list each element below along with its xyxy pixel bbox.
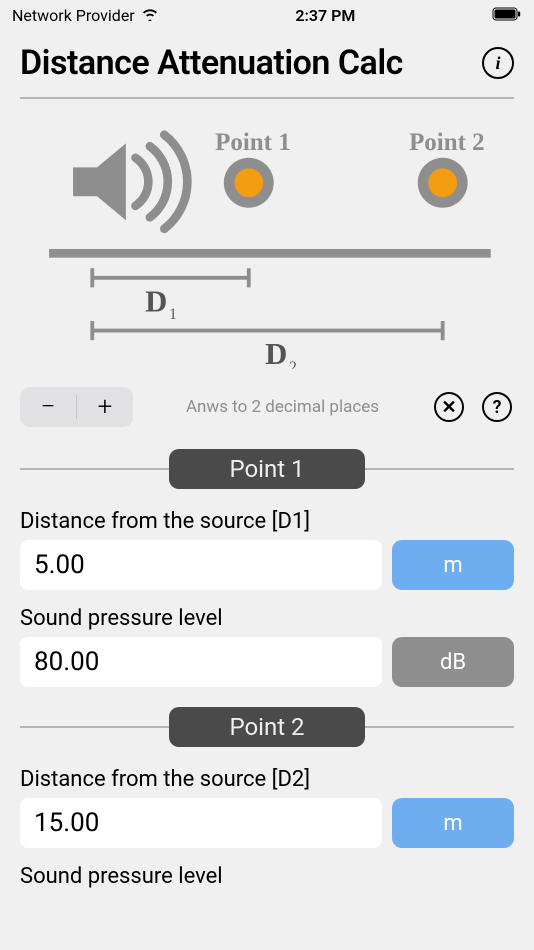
point1-marker-inner [234, 168, 263, 197]
status-left: Network Provider [12, 6, 159, 25]
section-title-point1: Point 1 [169, 449, 365, 489]
spl2-field-label: Sound pressure level [0, 858, 534, 895]
d2-unit-button[interactable]: m [392, 798, 514, 848]
d1-input[interactable] [20, 540, 382, 590]
battery-icon [492, 6, 522, 25]
d1-label: D [145, 284, 167, 318]
d1-field-label: Distance from the source [D1] [0, 503, 534, 540]
controls-row: − + Anws to 2 decimal places ✕ ? [0, 379, 534, 439]
status-bar: Network Provider 2:37 PM [0, 0, 534, 29]
wifi-icon [141, 6, 159, 25]
decimal-hint: Anws to 2 decimal places [147, 397, 418, 417]
status-right [492, 6, 522, 25]
d2-label: D [265, 337, 287, 369]
status-time: 2:37 PM [295, 6, 355, 25]
diagram-svg: Point 1 Point 2 D 1 D 2 [20, 129, 514, 369]
diagram: Point 1 Point 2 D 1 D 2 [0, 99, 534, 379]
d1-field-row: m [0, 540, 534, 600]
decimal-stepper: − + [20, 387, 133, 427]
d1-unit-button[interactable]: m [392, 540, 514, 590]
spl1-field-label: Sound pressure level [0, 600, 534, 637]
info-button[interactable]: i [482, 47, 514, 79]
point1-label: Point 1 [215, 129, 291, 156]
spl1-field-row: dB [0, 637, 534, 697]
speaker-icon [73, 135, 187, 229]
help-button[interactable]: ? [480, 390, 514, 424]
help-icon: ? [482, 392, 512, 422]
section-header-point1: Point 1 [0, 449, 534, 489]
section-header-point2: Point 2 [0, 707, 534, 747]
d2-input[interactable] [20, 798, 382, 848]
spl1-input[interactable] [20, 637, 382, 687]
plus-icon: + [98, 392, 113, 422]
d2-field-label: Distance from the source [D2] [0, 761, 534, 798]
page-title: Distance Attenuation Calc [20, 43, 403, 83]
spl1-unit-label: dB [440, 650, 466, 675]
ground-line [49, 249, 491, 258]
clear-button[interactable]: ✕ [432, 390, 466, 424]
section-title-point2: Point 2 [169, 707, 365, 747]
carrier-label: Network Provider [12, 6, 135, 25]
point2-marker-inner [428, 168, 457, 197]
d1-sub: 1 [169, 306, 177, 323]
stepper-minus-button[interactable]: − [20, 387, 76, 427]
header: Distance Attenuation Calc i [0, 29, 534, 97]
d2-sub: 2 [289, 359, 297, 369]
close-icon: ✕ [434, 392, 464, 422]
point2-label: Point 2 [409, 129, 485, 156]
stepper-plus-button[interactable]: + [77, 387, 133, 427]
minus-icon: − [41, 392, 56, 422]
d1-unit-label: m [443, 553, 462, 578]
d2-field-row: m [0, 798, 534, 858]
info-icon: i [495, 53, 500, 74]
spl1-unit-button[interactable]: dB [392, 637, 514, 687]
d2-unit-label: m [443, 811, 462, 836]
